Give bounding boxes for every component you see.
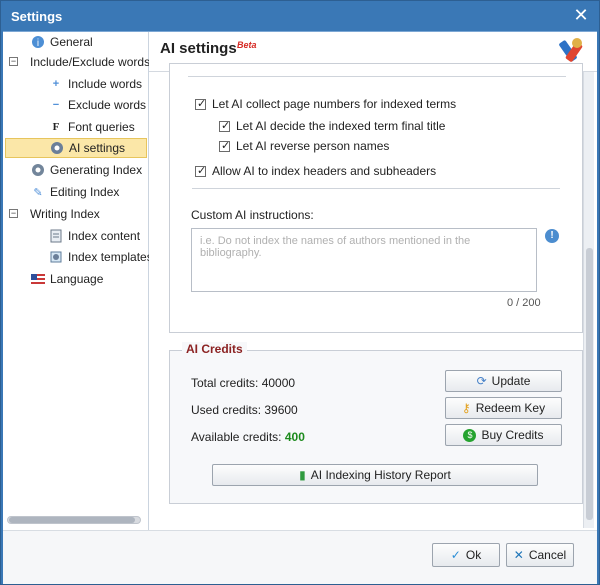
ai-credits-title: AI Credits [182,342,247,356]
available-credits-value: 400 [284,430,305,444]
checkbox-checked-icon [219,119,230,132]
pencil-icon: ✎ [33,186,43,199]
settings-window: Settings ✕ i General − Include/Exclude w… [0,0,600,585]
flag-icon [30,271,46,287]
available-credits-caption: Available credits: [191,430,282,444]
sidebar-horizontal-scrollbar[interactable] [7,516,141,524]
section-divider [188,76,566,77]
ok-button[interactable]: ✓ Ok [432,543,500,567]
chart-icon: ▮ [299,468,306,482]
ai-options-section: Let AI collect page numbers for indexed … [169,63,583,333]
sidebar-item-font-queries[interactable]: F Font queries [48,117,135,137]
close-icon[interactable]: ✕ [572,6,590,24]
collect-page-numbers-checkbox[interactable]: Let AI collect page numbers for indexed … [195,97,456,111]
sidebar-item-include-exclude-words[interactable]: Include/Exclude words [30,52,150,72]
section-divider [192,188,560,189]
dialog-footer: ✓ Ok ✕ Cancel [3,530,597,584]
index-headers-checkbox[interactable]: Allow AI to index headers and subheaders [195,164,436,178]
expand-include-exclude-icon[interactable]: − [9,57,18,66]
refresh-icon: ⟳ [476,374,487,388]
sidebar-item-generating-index[interactable]: Generating Index [30,160,142,180]
sidebar-item-exclude-words[interactable]: − Exclude words [48,95,146,115]
gear-icon [30,162,46,178]
sidebar-label-writing-index: Writing Index [30,207,100,221]
key-icon: ⚷ [461,401,471,415]
expand-writing-index-icon[interactable]: − [9,209,18,218]
sidebar-item-index-templates[interactable]: Index templates [48,247,153,267]
sidebar-label-include-exclude-words: Include/Exclude words [30,55,151,69]
update-button-label: Update [491,374,531,388]
sidebar-item-general[interactable]: i General [30,32,93,52]
ok-button-label: Ok [465,548,482,562]
sidebar-label-ai-settings: AI settings [69,141,126,155]
sidebar-item-include-words[interactable]: + Include words [48,74,142,94]
sidebar-label-generating-index: Generating Index [50,163,143,177]
document-icon [48,228,64,244]
sidebar-label-index-content: Index content [68,229,141,243]
minus-icon: − [52,99,60,111]
checkbox-checked-icon [195,97,206,110]
plus-icon: + [52,78,60,90]
info-icon: i [30,34,46,50]
total-credits-label: Total credits: 40000 [191,376,296,390]
dollar-icon: $ [463,428,477,442]
sidebar-label-editing-index: Editing Index [50,185,120,199]
redeem-key-button-label: Redeem Key [475,401,546,415]
beta-badge: Beta [237,40,257,50]
sidebar-label-include-words: Include words [68,77,143,91]
reverse-names-label: Let AI reverse person names [236,139,390,153]
redeem-key-button[interactable]: ⚷ Redeem Key [445,397,562,419]
history-report-button[interactable]: ▮ AI Indexing History Report [212,464,538,486]
buy-credits-button-label: Buy Credits [481,428,544,442]
custom-instructions-textarea[interactable]: i.e. Do not index the names of authors m… [191,228,537,292]
settings-sidebar: i General − Include/Exclude words + Incl… [3,32,153,530]
svg-text:i: i [37,38,39,49]
sidebar-label-general: General [50,35,93,49]
templates-icon [48,249,64,265]
available-credits-label: Available credits: 400 [191,430,305,444]
ai-credits-section: AI Credits Total credits: 40000 Used cre… [169,342,583,504]
checkbox-checked-icon [195,164,206,177]
collect-page-numbers-label: Let AI collect page numbers for indexed … [212,97,457,111]
sidebar-label-index-templates: Index templates [68,250,153,264]
cancel-icon: ✕ [513,548,524,562]
sidebar-item-editing-index[interactable]: ✎ Editing Index [30,182,119,202]
sidebar-item-writing-index[interactable]: Writing Index [30,204,100,224]
sidebar-label-font-queries: Font queries [68,120,135,134]
index-headers-label: Allow AI to index headers and subheaders [212,164,437,178]
gear-icon [49,140,65,156]
used-credits-label: Used credits: 39600 [191,403,298,417]
cancel-button[interactable]: ✕ Cancel [506,543,574,567]
page-title: AI settings [160,40,237,57]
sidebar-item-ai-settings[interactable]: AI settings [5,138,147,158]
font-icon: F [52,121,60,133]
final-title-label: Let AI decide the indexed term final tit… [236,119,446,133]
cancel-button-label: Cancel [528,548,567,562]
sidebar-item-language[interactable]: Language [30,269,103,289]
settings-panel: AI settings Beta Let AI collect page num… [149,32,597,530]
custom-instructions-label: Custom AI instructions: [191,208,314,222]
reverse-names-checkbox[interactable]: Let AI reverse person names [219,139,389,153]
sidebar-label-language: Language [50,272,104,286]
sidebar-label-exclude-words: Exclude words [68,98,147,112]
character-counter: 0 / 200 [507,297,541,309]
update-button[interactable]: ⟳ Update [445,370,562,392]
checkbox-checked-icon [219,139,230,152]
window-content: i General − Include/Exclude words + Incl… [3,31,597,584]
sidebar-item-index-content[interactable]: Index content [48,226,140,246]
panel-vertical-scrollbar[interactable] [583,72,594,528]
buy-credits-button[interactable]: $ Buy Credits [445,424,562,446]
history-report-button-label: AI Indexing History Report [310,468,451,482]
final-title-checkbox[interactable]: Let AI decide the indexed term final tit… [219,119,445,133]
warning-icon[interactable]: ! [545,229,559,243]
check-icon: ✓ [450,548,461,562]
window-title: Settings [11,9,63,24]
